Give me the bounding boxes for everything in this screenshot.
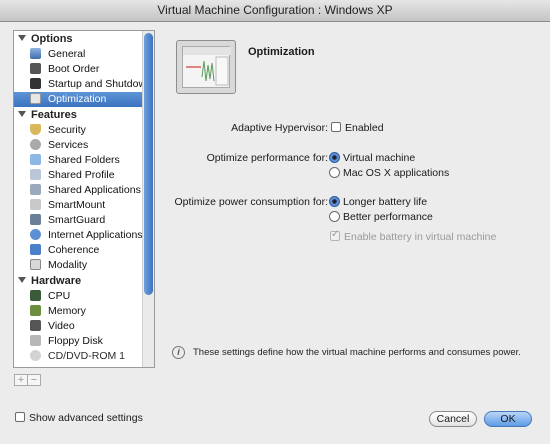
adaptive-hypervisor-checkbox[interactable]: Enabled (331, 122, 384, 134)
radio-mac-os-x-applications[interactable]: Mac OS X applications (329, 166, 449, 179)
general-icon (30, 47, 41, 59)
smartguard-icon (30, 213, 41, 225)
sidebar-item-cpu[interactable]: CPU (14, 289, 154, 304)
optimization-icon (30, 92, 41, 104)
checkbox-checked-icon[interactable] (330, 229, 340, 242)
radio-selected-icon[interactable] (329, 195, 340, 207)
checkbox-icon[interactable] (15, 412, 25, 423)
checkbox-icon[interactable] (331, 122, 341, 133)
radio-icon[interactable] (329, 166, 340, 178)
enable-battery-checkbox[interactable]: Enable battery in virtual machine (330, 229, 496, 243)
sidebar-item-shared-profile[interactable]: Shared Profile (14, 168, 154, 183)
video-icon (30, 319, 41, 331)
window-body: Options General Boot Order Startup and S… (0, 22, 550, 444)
sidebar-item-startup-shutdown[interactable]: Startup and Shutdown (14, 77, 154, 92)
applications-icon (30, 183, 41, 195)
main-panel: Optimization Adaptive Hypervisor: Enable… (168, 22, 550, 422)
globe-icon (30, 228, 41, 240)
disclosure-triangle-icon[interactable] (18, 277, 26, 284)
shield-icon (30, 123, 41, 135)
radio-better-performance[interactable]: Better performance (329, 210, 433, 223)
sidebar-item-cd-dvd-rom-1[interactable]: CD/DVD-ROM 1 (14, 349, 154, 364)
ok-button[interactable]: OK (484, 411, 532, 427)
show-advanced-settings-checkbox[interactable]: Show advanced settings (15, 412, 143, 424)
sidebar-section-hardware[interactable]: Hardware (14, 273, 154, 289)
sidebar-item-shared-applications[interactable]: Shared Applications (14, 183, 154, 198)
cd-icon (30, 349, 41, 361)
sidebar-item-memory[interactable]: Memory (14, 304, 154, 319)
sidebar-item-coherence[interactable]: Coherence (14, 243, 154, 258)
radio-selected-icon[interactable] (329, 151, 340, 163)
sidebar-scrollbar[interactable] (142, 31, 154, 367)
sidebar-item-optimization[interactable]: Optimization (14, 92, 154, 107)
disclosure-triangle-icon[interactable] (18, 35, 26, 42)
sidebar-item-general[interactable]: General (14, 47, 154, 62)
folder-icon (30, 153, 41, 165)
power-label: Optimize power consumption for: (174, 196, 328, 208)
profile-icon (30, 168, 41, 180)
adaptive-hypervisor-label: Adaptive Hypervisor: (231, 122, 328, 134)
sidebar-item-video[interactable]: Video (14, 319, 154, 334)
smartmount-icon (30, 198, 41, 210)
disclosure-triangle-icon[interactable] (18, 111, 26, 118)
sidebar-item-smartmount[interactable]: SmartMount (14, 198, 154, 213)
remove-button[interactable]: − (27, 374, 41, 386)
coherence-icon (30, 243, 41, 255)
scroll-thumb[interactable] (144, 33, 153, 295)
info-row: i These settings define how the virtual m… (172, 346, 521, 359)
radio-longer-battery-life[interactable]: Longer battery life (329, 195, 427, 208)
sidebar-item-floppy-disk[interactable]: Floppy Disk (14, 334, 154, 349)
window-title: Virtual Machine Configuration : Windows … (0, 0, 550, 22)
add-button[interactable]: + (14, 374, 28, 386)
sidebar-item-smartguard[interactable]: SmartGuard (14, 213, 154, 228)
sidebar-item-services[interactable]: Services (14, 138, 154, 153)
page-title: Optimization (248, 46, 315, 58)
sidebar-section-options[interactable]: Options (14, 31, 154, 47)
info-text: These settings define how the virtual ma… (193, 347, 521, 359)
boot-order-icon (30, 62, 41, 74)
modality-icon (30, 258, 41, 270)
radio-virtual-machine[interactable]: Virtual machine (329, 151, 415, 164)
cancel-button[interactable]: Cancel (429, 411, 477, 427)
startup-shutdown-icon (30, 77, 41, 89)
services-icon (30, 138, 41, 150)
radio-icon[interactable] (329, 210, 340, 222)
performance-label: Optimize performance for: (206, 152, 328, 164)
sidebar-item-security[interactable]: Security (14, 123, 154, 138)
floppy-disk-icon (30, 334, 41, 346)
info-icon: i (172, 346, 185, 359)
sidebar-buttons: + − (14, 374, 41, 386)
sidebar-item-internet-applications[interactable]: Internet Applications (14, 228, 154, 243)
memory-icon (30, 304, 41, 316)
cpu-icon (30, 289, 41, 301)
sidebar-item-shared-folders[interactable]: Shared Folders (14, 153, 154, 168)
sidebar: Options General Boot Order Startup and S… (13, 30, 155, 368)
optimization-graph-icon (176, 40, 236, 94)
sidebar-item-modality[interactable]: Modality (14, 258, 154, 273)
sidebar-item-boot-order[interactable]: Boot Order (14, 62, 154, 77)
sidebar-section-features[interactable]: Features (14, 107, 154, 123)
